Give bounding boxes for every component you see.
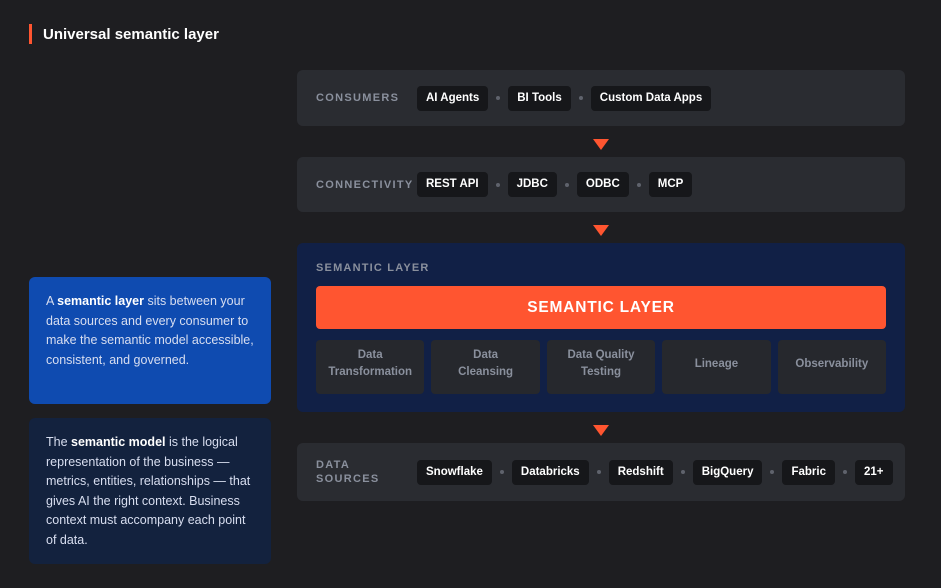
- separator-dot: [499, 470, 504, 474]
- capability-label: Lineage: [694, 357, 739, 370]
- chip-jdbc[interactable]: JDBC: [507, 172, 557, 197]
- chip-custom-data-apps[interactable]: Custom Data Apps: [590, 85, 712, 111]
- separator-dot: [564, 182, 569, 187]
- semantic-layer-info-card: A semantic layer sits between your data …: [29, 277, 271, 404]
- page-header: Universal semantic layer: [29, 24, 219, 44]
- separator-dot: [636, 182, 641, 187]
- consumers-row: CONSUMERS AI Agents BI Tools Custom Data…: [297, 70, 905, 126]
- chip-ai-agents[interactable]: AI Agents: [417, 85, 489, 111]
- capability-label: Observability: [795, 357, 869, 370]
- semantic-model-info-card: The semantic model is the logical repres…: [29, 418, 271, 564]
- card-text-pre: The: [46, 435, 72, 449]
- chip-bigquery[interactable]: BigQuery: [692, 459, 763, 485]
- down-arrow-icon: [593, 139, 609, 150]
- semantic-capabilities: Data Transformation Data Cleansing Data …: [316, 340, 887, 394]
- separator-dot: [770, 470, 775, 474]
- data-sources-label-text: DATA SOURCES: [316, 459, 380, 485]
- data-sources-label: DATA SOURCES: [316, 458, 417, 486]
- separator-dot: [596, 470, 601, 474]
- semantic-layer-bar[interactable]: SEMANTIC LAYER: [316, 286, 886, 329]
- capability-data-quality-testing[interactable]: Data Quality Testing: [546, 340, 656, 394]
- capability-lineage[interactable]: Lineage: [662, 340, 771, 394]
- separator-dot: [842, 470, 847, 474]
- chip-mcp[interactable]: MCP: [648, 172, 693, 197]
- data-sources-row: DATA SOURCES Snowflake Databricks Redshi…: [297, 443, 905, 501]
- capability-data-cleansing[interactable]: Data Cleansing: [431, 340, 540, 394]
- down-arrow-icon: [593, 425, 609, 436]
- chip-fabric[interactable]: Fabric: [782, 459, 835, 485]
- page-title: Universal semantic layer: [43, 25, 219, 43]
- chip-databricks[interactable]: Databricks: [511, 459, 589, 485]
- separator-dot: [578, 96, 583, 100]
- capability-observability[interactable]: Observability: [777, 340, 887, 394]
- separator-dot: [496, 96, 501, 100]
- chip-redshift[interactable]: Redshift: [608, 459, 673, 485]
- card-text-bold: semantic layer: [57, 294, 144, 308]
- capability-label: Data Transformation: [328, 349, 413, 378]
- separator-dot: [680, 470, 685, 474]
- card-text-bold: semantic model: [71, 435, 166, 449]
- chip-rest-api[interactable]: REST API: [417, 172, 488, 197]
- semantic-layer-panel: SEMANTIC LAYER SEMANTIC LAYER Data Trans…: [297, 243, 905, 412]
- separator-dot: [495, 182, 500, 187]
- connectivity-row: CONNECTIVITY REST API JDBC ODBC MCP: [297, 157, 905, 212]
- down-arrow-icon: [593, 225, 609, 236]
- chip-more-sources[interactable]: 21+: [854, 459, 893, 485]
- card-text-post: is the logical representation of the bus…: [46, 435, 251, 547]
- connectivity-chips: REST API JDBC ODBC MCP: [417, 172, 693, 197]
- chip-odbc[interactable]: ODBC: [576, 172, 629, 197]
- capability-data-transformation[interactable]: Data Transformation: [316, 340, 425, 394]
- title-accent-bar: [29, 24, 32, 44]
- consumers-label: CONSUMERS: [316, 92, 400, 104]
- chip-snowflake[interactable]: Snowflake: [417, 459, 492, 485]
- connectivity-label: CONNECTIVITY: [316, 178, 414, 191]
- consumers-chips: AI Agents BI Tools Custom Data Apps: [417, 85, 712, 111]
- chip-bi-tools[interactable]: BI Tools: [508, 85, 571, 111]
- semantic-layer-label: SEMANTIC LAYER: [316, 262, 430, 274]
- capability-label: Data Quality Testing: [567, 349, 635, 378]
- data-sources-chips: Snowflake Databricks Redshift BigQuery F…: [417, 459, 893, 485]
- capability-label: Data Cleansing: [458, 349, 514, 378]
- card-text-pre: A: [46, 294, 58, 308]
